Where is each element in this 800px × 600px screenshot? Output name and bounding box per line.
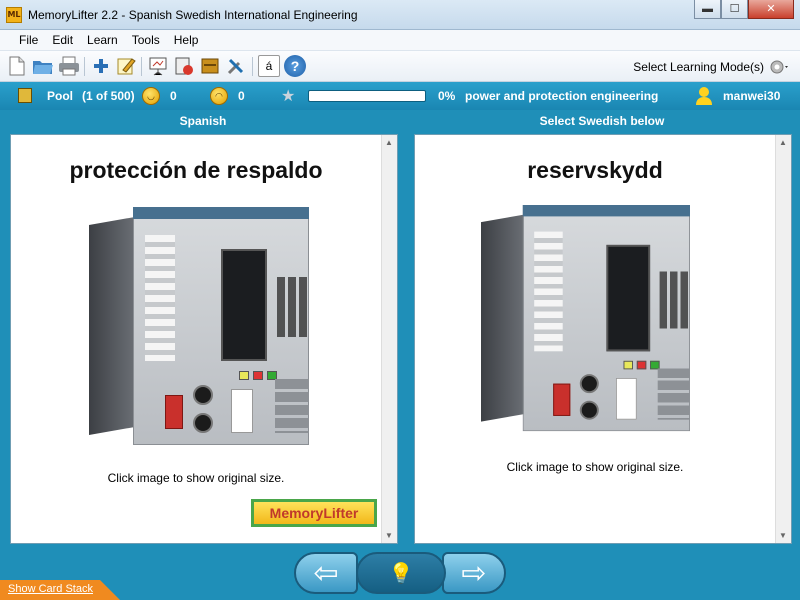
question-word: protección de respaldo	[69, 157, 323, 183]
pool-count: (1 of 500)	[82, 89, 135, 103]
pool-label: Pool	[47, 89, 73, 103]
progress-percent: 0%	[438, 89, 456, 103]
happy-smiley-icon: ◡	[142, 87, 160, 105]
question-image[interactable]	[89, 207, 319, 451]
scroll-up-arrow-icon[interactable]: ▲	[385, 138, 393, 147]
show-card-stack-link[interactable]: Show Card Stack	[8, 583, 93, 595]
show-card-stack-tab[interactable]: Show Card Stack	[0, 580, 120, 600]
question-language-label: Spanish	[179, 114, 227, 128]
progress-bar	[308, 90, 426, 102]
scroll-down-arrow-icon[interactable]: ▼	[779, 531, 787, 540]
memorylifter-logo: MemoryLifter	[251, 499, 377, 527]
minimize-button[interactable]: ▬	[694, 0, 721, 19]
username: manwei30	[723, 89, 781, 103]
menu-edit[interactable]: Edit	[45, 30, 80, 50]
print-icon[interactable]	[58, 55, 80, 77]
next-card-button[interactable]: ⇨	[442, 552, 506, 594]
card-navigation: ⇦ ⇨ 💡	[0, 548, 800, 600]
menu-tools[interactable]: Tools	[125, 30, 167, 50]
answer-scrollbar[interactable]: ▲ ▼	[775, 135, 791, 543]
learning-mode-gear-icon[interactable]	[768, 57, 790, 77]
card-box-icon	[18, 88, 32, 103]
window-controls: ▬ ☐ ✕	[694, 0, 794, 20]
question-image-caption[interactable]: Click image to show original size.	[11, 471, 381, 485]
special-characters-button[interactable]: á	[258, 55, 280, 77]
presentation-icon[interactable]	[147, 55, 169, 77]
toolbar-separator	[84, 57, 85, 76]
toolbar-separator	[141, 57, 142, 76]
app-icon: ML	[6, 7, 22, 23]
correct-count: 0	[170, 89, 177, 103]
hint-button[interactable]: 💡	[356, 552, 446, 594]
menu-help[interactable]: Help	[167, 30, 206, 50]
question-panel: protección de respaldo Click image to sh…	[10, 134, 398, 544]
answer-panel: reservskydd Click image to show original…	[414, 134, 792, 544]
archive-icon[interactable]	[199, 55, 221, 77]
answer-word: reservskydd	[527, 157, 663, 183]
new-file-icon[interactable]	[6, 55, 28, 77]
title-bar: ML MemoryLifter 2.2 - Spanish Swedish In…	[0, 0, 800, 30]
answer-language-label: Select Swedish below	[539, 114, 665, 128]
logo-text: MemoryLifter	[269, 505, 359, 521]
scroll-up-arrow-icon[interactable]: ▲	[779, 138, 787, 147]
question-scrollbar[interactable]: ▲ ▼	[381, 135, 397, 543]
left-arrow-icon: ⇦	[313, 556, 339, 590]
open-folder-icon[interactable]	[32, 55, 54, 77]
user-icon	[695, 86, 713, 106]
sad-smiley-icon: ◠	[210, 87, 228, 105]
statistics-icon[interactable]	[173, 55, 195, 77]
wrong-count: 0	[238, 89, 245, 103]
scroll-down-arrow-icon[interactable]: ▼	[385, 531, 393, 540]
select-learning-mode-label[interactable]: Select Learning Mode(s)	[633, 60, 764, 74]
lightbulb-icon: 💡	[388, 562, 414, 585]
answer-image-caption[interactable]: Click image to show original size.	[415, 460, 775, 474]
menu-file[interactable]: File	[12, 30, 45, 50]
toolbar-separator	[252, 57, 253, 76]
menu-bar: File Edit Learn Tools Help	[0, 30, 800, 51]
edit-card-icon[interactable]	[115, 55, 137, 77]
close-button[interactable]: ✕	[748, 0, 794, 19]
answer-image[interactable]	[481, 205, 700, 437]
settings-tools-icon[interactable]	[225, 55, 247, 77]
help-icon[interactable]: ?	[284, 55, 306, 77]
star-icon: ★	[281, 88, 296, 105]
add-card-icon[interactable]	[90, 55, 112, 77]
maximize-button[interactable]: ☐	[721, 0, 748, 19]
right-arrow-icon: ⇨	[461, 556, 487, 590]
window-title: MemoryLifter 2.2 - Spanish Swedish Inter…	[28, 8, 358, 22]
menu-learn[interactable]: Learn	[80, 30, 125, 50]
toolbar: á ? Select Learning Mode(s)	[0, 51, 800, 82]
chapter-name: power and protection engineering	[465, 89, 659, 103]
previous-card-button[interactable]: ⇦	[294, 552, 358, 594]
status-bar: Pool (1 of 500) ◡ 0 ◠ 0 ★ 0% power and p…	[0, 82, 800, 110]
